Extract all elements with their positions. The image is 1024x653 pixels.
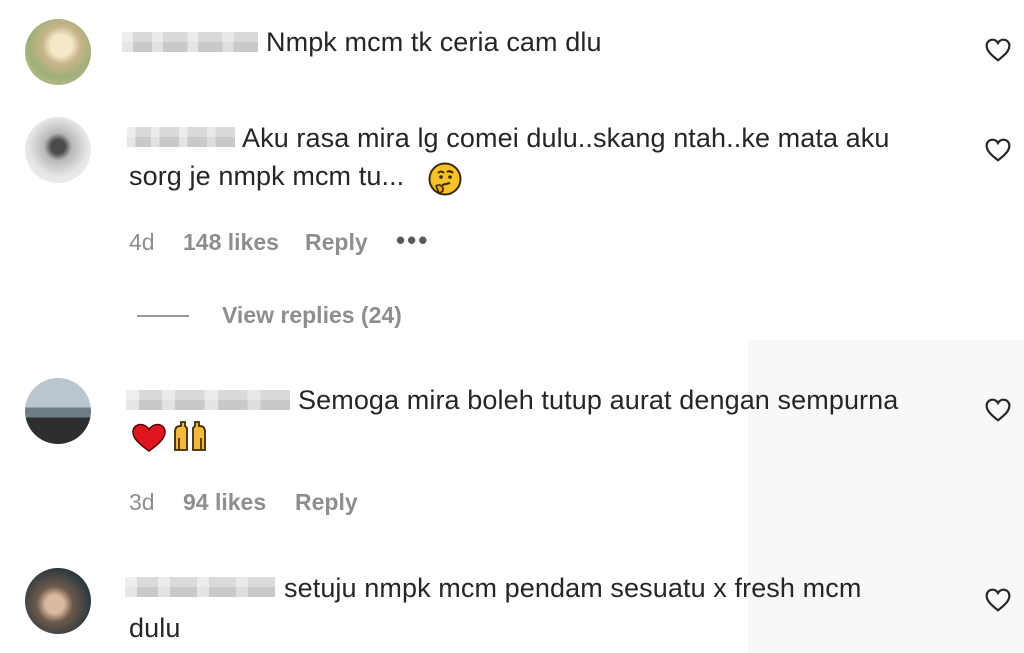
comment-time: 3d	[129, 489, 155, 515]
comment-time: 4d	[129, 229, 155, 255]
avatar[interactable]	[25, 568, 91, 634]
username-redacted[interactable]	[122, 32, 258, 52]
more-options-icon[interactable]: •••	[396, 225, 429, 256]
reply-button[interactable]: Reply	[305, 229, 368, 256]
comment-text-line-2-text: sorg je nmpk mcm tu...	[129, 161, 405, 191]
like-count[interactable]: 94 likes	[183, 489, 266, 516]
raising-hands-emoji	[174, 421, 206, 451]
comment-text-line-1: Aku rasa mira lg comei dulu..skang ntah.…	[242, 123, 890, 153]
reply-button[interactable]: Reply	[295, 489, 358, 516]
red-heart-emoji	[132, 423, 166, 452]
avatar[interactable]	[25, 378, 91, 444]
comment-text: Nmpk mcm tk ceria cam dlu	[266, 27, 602, 57]
thinking-face-emoji	[428, 162, 462, 196]
username-redacted[interactable]	[125, 577, 275, 597]
heart-icon[interactable]	[985, 398, 1011, 422]
comment-text-line-2: sorg je nmpk mcm tu...	[129, 156, 404, 196]
comment-text-line-2: dulu	[129, 613, 181, 643]
heart-icon[interactable]	[985, 138, 1011, 162]
comment-text-line-1: Semoga mira boleh tutup aurat dengan sem…	[298, 385, 899, 415]
username-redacted[interactable]	[127, 127, 235, 147]
replies-divider	[137, 315, 189, 317]
like-count[interactable]: 148 likes	[183, 229, 279, 256]
avatar[interactable]	[25, 117, 91, 183]
username-redacted[interactable]	[126, 390, 290, 410]
heart-icon[interactable]	[985, 38, 1011, 62]
heart-icon[interactable]	[985, 588, 1011, 612]
view-replies-button[interactable]: View replies (24)	[222, 302, 402, 329]
avatar[interactable]	[25, 19, 91, 85]
comment-text-line-1: setuju nmpk mcm pendam sesuatu x fresh m…	[284, 573, 862, 603]
